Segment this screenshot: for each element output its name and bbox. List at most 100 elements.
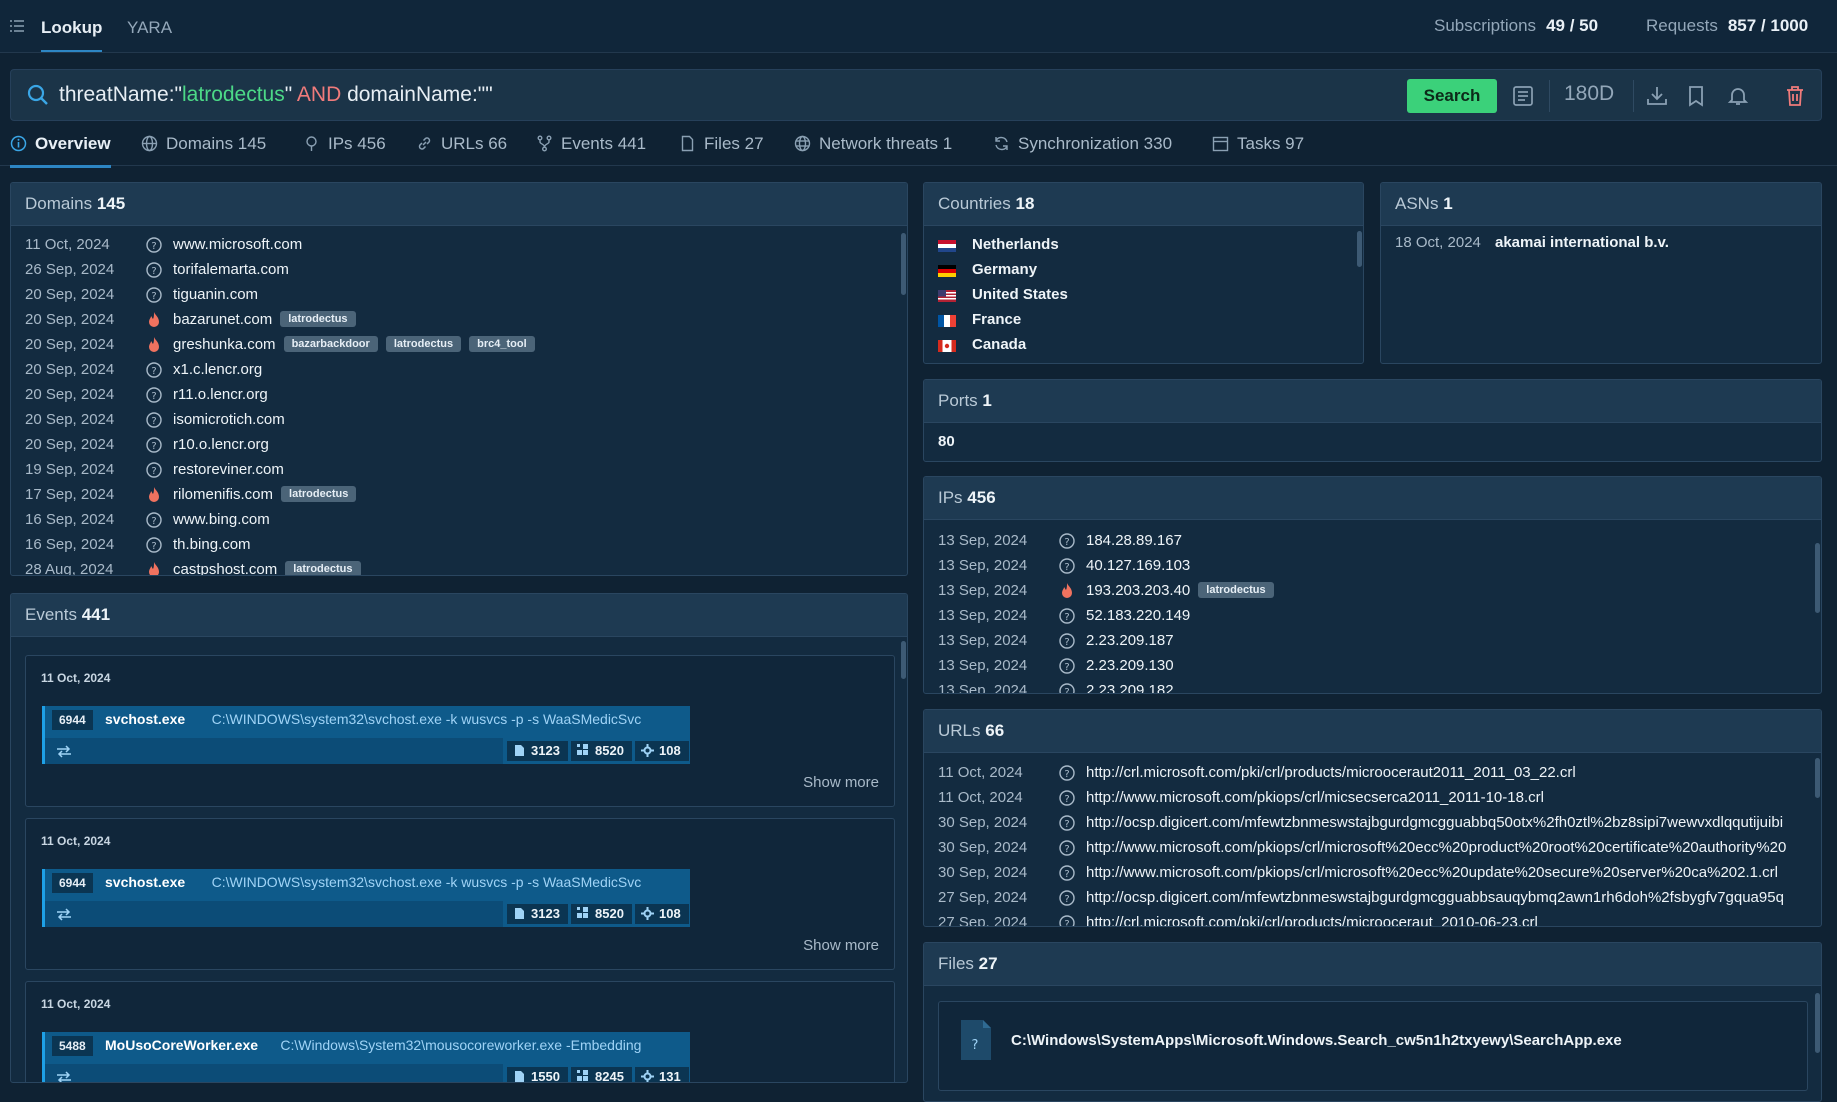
tab-events[interactable]: Events 441: [536, 134, 646, 154]
unknown-status-icon: ?: [1059, 865, 1075, 881]
row-text: isomicrotich.com: [173, 411, 285, 428]
svg-text:?: ?: [1064, 894, 1069, 905]
svg-text:?: ?: [151, 291, 156, 302]
panel-title: IPs: [938, 488, 963, 507]
row-text: 52.183.220.149: [1086, 607, 1191, 624]
unknown-status-icon: ?: [146, 512, 162, 528]
threat-tag[interactable]: brc4_tool: [469, 336, 535, 352]
country-name[interactable]: France: [972, 311, 1021, 328]
tab-label: Network threats 1: [819, 134, 953, 153]
subscriptions-value: 49 / 50: [1546, 16, 1599, 35]
event-date: 11 Oct, 2024: [41, 997, 111, 1011]
search-button[interactable]: Search: [1407, 79, 1497, 113]
file-count: 3123: [507, 904, 568, 924]
panel-count: 441: [81, 605, 111, 624]
panel-count: 1: [982, 391, 992, 410]
events-header: Events 441: [11, 594, 907, 637]
row-date: 11 Oct, 2024: [938, 764, 1023, 781]
swap-arrows-icon[interactable]: [55, 1070, 73, 1083]
row-date: 11 Oct, 2024: [938, 789, 1023, 806]
domains-scrollbar[interactable]: [901, 233, 906, 295]
menu-icon[interactable]: [9, 18, 25, 34]
svg-text:?: ?: [1064, 844, 1069, 855]
event-card[interactable]: 11 Oct, 2024 6944 svchost.exe C:\WINDOWS\sy…: [25, 818, 895, 970]
search-bar: threatName:"latrodectus" AND domainName:…: [10, 69, 1822, 121]
tab-yara[interactable]: YARA: [127, 18, 172, 38]
tab-files[interactable]: Files 27: [679, 134, 764, 154]
row-date: 19 Sep, 2024: [25, 461, 115, 478]
urls-panel: URLs 66 11 Oct, 2024? http://crl.microsof…: [923, 709, 1822, 927]
threat-tag[interactable]: latrodectus: [281, 486, 357, 502]
urls-header: URLs 66: [924, 710, 1821, 753]
tab-ips[interactable]: IPs 456: [303, 134, 386, 154]
tab-network-threats[interactable]: Network threats 1: [794, 134, 952, 154]
country-name[interactable]: Netherlands: [972, 236, 1059, 253]
process-block[interactable]: 5488 MoUsoCoreWorker.exe C:\Windows\System…: [42, 1032, 690, 1083]
tab-overview[interactable]: Overview: [10, 134, 111, 168]
unknown-status-icon: ?: [1059, 558, 1075, 574]
tab-lookup[interactable]: Lookup: [41, 18, 103, 52]
files-scrollbar[interactable]: [1815, 993, 1820, 1053]
row-date: 20 Sep, 2024: [25, 286, 115, 303]
event-card[interactable]: 11 Oct, 2024 5488 MoUsoCoreWorker.exe C:\Wi…: [25, 981, 895, 1083]
show-more-link[interactable]: Show more: [803, 937, 879, 954]
process-block[interactable]: 6944 svchost.exe C:\WINDOWS\system32\svcho…: [42, 869, 690, 927]
event-card[interactable]: 11 Oct, 2024 6944 svchost.exe C:\WINDOWS\sy…: [25, 655, 895, 807]
events-scrollbar[interactable]: [901, 641, 906, 679]
process-command: C:\WINDOWS\system32\svchost.exe -k wusvc…: [211, 874, 642, 890]
swap-arrows-icon[interactable]: [55, 907, 73, 921]
process-command: C:\WINDOWS\system32\svchost.exe -k wusvc…: [211, 711, 642, 727]
row-date: 20 Sep, 2024: [25, 411, 115, 428]
threat-tag[interactable]: bazarbackdoor: [283, 336, 378, 352]
search-input[interactable]: threatName:"latrodectus" AND domainName:…: [59, 83, 493, 107]
list-view-icon[interactable]: [1511, 84, 1535, 108]
process-block[interactable]: 6944 svchost.exe C:\WINDOWS\system32\svcho…: [42, 706, 690, 764]
country-name[interactable]: Germany: [972, 261, 1037, 278]
process-name: svchost.exe: [105, 711, 186, 727]
tab-domains[interactable]: Domains 145: [141, 134, 266, 154]
threat-tag[interactable]: latrodectus: [1198, 582, 1274, 598]
module-count: 131: [635, 1067, 689, 1083]
unknown-status-icon: ?: [1059, 683, 1075, 693]
file-count-icon: [515, 908, 524, 919]
panel-title: Domains: [25, 194, 93, 213]
country-name[interactable]: Canada: [972, 336, 1026, 353]
port-value[interactable]: 80: [938, 433, 955, 458]
row-date: 20 Sep, 2024: [25, 361, 115, 378]
row-date: 13 Sep, 2024: [938, 582, 1028, 599]
flag-us-icon: [938, 290, 956, 302]
unknown-status-icon: ?: [1059, 608, 1075, 624]
info-icon: [10, 135, 27, 152]
bookmark-icon[interactable]: [1684, 84, 1708, 108]
svg-text:?: ?: [151, 541, 156, 552]
tab-urls[interactable]: URLs 66: [416, 134, 507, 154]
file-card[interactable]: ? C:\Windows\SystemApps\Microsoft.Window…: [938, 1001, 1808, 1091]
file-count: 1550: [507, 1067, 568, 1082]
bell-icon[interactable]: [1726, 84, 1750, 108]
row-value: 40.127.169.103: [1086, 557, 1190, 574]
stat-value: 131: [659, 1069, 681, 1083]
tab-synchronization[interactable]: Synchronization 330: [993, 134, 1172, 154]
countries-panel: Countries 18 Netherlands Germany United St…: [923, 182, 1364, 364]
threat-tag[interactable]: latrodectus: [280, 311, 356, 327]
row-value: http://ocsp.digicert.com/mfewtzbnmeswsta…: [1086, 814, 1783, 831]
row-date: 16 Sep, 2024: [25, 511, 115, 528]
threat-tag[interactable]: latrodectus: [285, 561, 361, 575]
urls-scrollbar[interactable]: [1815, 758, 1820, 798]
row-date: 16 Sep, 2024: [25, 536, 115, 553]
row-value: bazarunet.com latrodectus: [173, 311, 356, 328]
panel-count: 456: [967, 488, 996, 507]
ips-scrollbar[interactable]: [1815, 543, 1820, 613]
query-operator: AND: [296, 83, 342, 106]
period-selector[interactable]: 180D: [1564, 82, 1614, 106]
tab-tasks[interactable]: Tasks 97: [1212, 134, 1304, 154]
swap-arrows-icon[interactable]: [55, 744, 73, 758]
countries-scrollbar[interactable]: [1357, 231, 1362, 267]
threat-tag[interactable]: latrodectus: [385, 336, 462, 352]
show-more-link[interactable]: Show more: [803, 774, 879, 791]
delete-icon[interactable]: [1783, 84, 1807, 108]
unknown-status-icon: ?: [146, 387, 162, 403]
country-name[interactable]: United States: [972, 286, 1068, 303]
row-text: torifalemarta.com: [173, 261, 289, 278]
download-icon[interactable]: [1645, 84, 1669, 108]
